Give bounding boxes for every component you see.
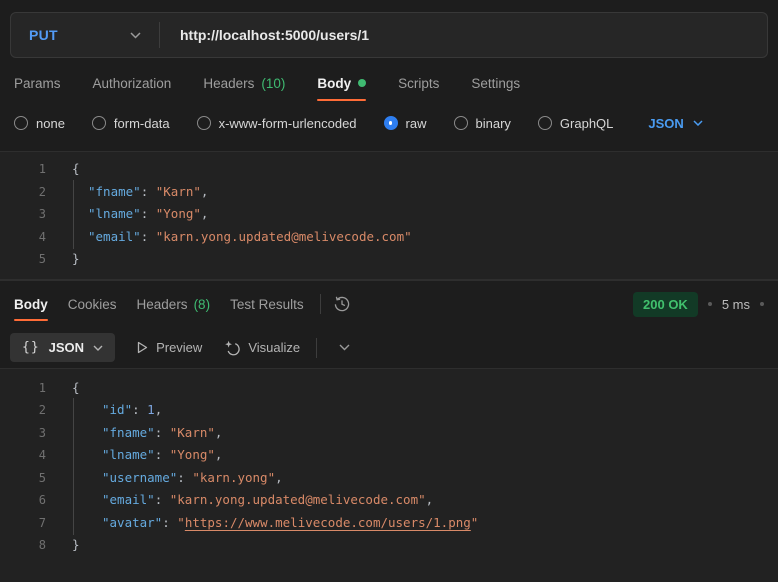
- radio-circle-icon: [14, 116, 28, 130]
- language-dropdown[interactable]: JSON: [648, 116, 703, 131]
- tab-headers[interactable]: Headers (10): [203, 60, 285, 106]
- radio-none[interactable]: none: [14, 116, 65, 131]
- more-view-options-button[interactable]: [339, 344, 350, 351]
- code-line: 6 "email": "karn.yong.updated@melivecode…: [0, 488, 778, 512]
- preview-button[interactable]: Preview: [137, 340, 202, 355]
- history-clock-icon: [334, 296, 349, 312]
- method-label: PUT: [29, 27, 58, 43]
- response-time[interactable]: 5 ms: [722, 297, 750, 312]
- postman-window: PUT http://localhost:5000/users/1 Params…: [0, 0, 778, 582]
- code-line: 4 "email": "karn.yong.updated@melivecode…: [0, 224, 778, 249]
- code-line: 5 "username": "karn.yong",: [0, 465, 778, 490]
- radio-circle-icon: [537, 116, 552, 130]
- response-header: Body Cookies Headers (8) Test Results 20…: [0, 279, 778, 328]
- chevron-down-icon: [693, 120, 703, 126]
- response-body-viewer: 1 { 2 "id": 1, 3 "fname": "Karn", 4 "lna…: [0, 367, 778, 582]
- response-tab-test-results[interactable]: Test Results: [230, 281, 304, 328]
- body-modified-dot-icon: [358, 79, 367, 87]
- body-type-selector: none form-data x-www-form-urlencoded raw…: [0, 106, 778, 140]
- code-line: 2 "fname": "Karn",: [0, 179, 778, 204]
- code-line: 5 }: [38, 251, 80, 266]
- chevron-down-icon: [130, 31, 141, 39]
- dot-separator-icon: [760, 302, 764, 306]
- response-tab-cookies[interactable]: Cookies: [68, 281, 117, 328]
- tab-settings[interactable]: Settings: [471, 60, 520, 106]
- code-line: 8 }: [38, 537, 80, 552]
- radio-circle-icon: [453, 116, 468, 130]
- response-tab-body[interactable]: Body: [14, 281, 48, 328]
- visualize-button[interactable]: Visualize: [224, 340, 300, 356]
- code-line: 1 {: [38, 379, 80, 395]
- code-line: 7 "avatar": "https://www.melivecode.com/…: [0, 510, 778, 535]
- status-badge[interactable]: 200 OK: [633, 291, 698, 317]
- code-line: 3 "lname": "Yong",: [0, 202, 778, 226]
- tab-authorization[interactable]: Authorization: [93, 60, 172, 106]
- json-braces-icon: {}: [22, 340, 40, 355]
- request-tabs: Params Authorization Headers (10) Body S…: [0, 60, 778, 106]
- dot-separator-icon: [707, 302, 712, 306]
- request-body-editor[interactable]: 1 { 2 "fname": "Karn", 3 "lname": "Yong"…: [0, 151, 778, 280]
- response-meta: 200 OK 5 ms: [633, 281, 764, 328]
- response-toolbar: {} JSON Preview Visualize: [0, 328, 778, 368]
- response-format-dropdown[interactable]: {} JSON: [10, 333, 116, 362]
- method-dropdown[interactable]: PUT: [11, 13, 159, 57]
- radio-circle-icon: [196, 116, 211, 130]
- response-headers-count: (8): [193, 296, 211, 312]
- response-header-divider: [319, 294, 321, 314]
- toolbar-divider: [316, 337, 318, 358]
- chevron-down-icon: [339, 344, 350, 351]
- visualize-sparkle-icon: [225, 340, 241, 355]
- history-button[interactable]: [333, 281, 351, 328]
- radio-circle-icon: [91, 116, 106, 130]
- radio-selected-icon: [383, 116, 398, 130]
- radio-x-www-form-urlencoded[interactable]: x-www-form-urlencoded: [196, 116, 357, 131]
- headers-count: (10): [261, 75, 286, 91]
- response-tab-headers[interactable]: Headers (8): [137, 281, 211, 328]
- code-line: 1 {: [38, 161, 80, 176]
- url-input[interactable]: http://localhost:5000/users/1: [160, 27, 369, 43]
- tab-params[interactable]: Params: [14, 60, 61, 106]
- code-line: 2 "id": 1,: [0, 398, 778, 422]
- code-line: 3 "fname": "Karn",: [0, 420, 778, 445]
- radio-graphql[interactable]: GraphQL: [537, 116, 613, 131]
- tab-scripts[interactable]: Scripts: [398, 60, 439, 106]
- radio-raw[interactable]: raw: [383, 116, 427, 131]
- play-icon: [137, 341, 148, 354]
- avatar-url-link[interactable]: https://www.melivecode.com/users/1.png: [185, 515, 471, 530]
- code-line: 4 "lname": "Yong",: [0, 443, 778, 467]
- radio-form-data[interactable]: form-data: [91, 116, 170, 131]
- tab-body[interactable]: Body: [317, 60, 367, 106]
- radio-binary[interactable]: binary: [453, 116, 511, 131]
- chevron-down-icon: [93, 345, 103, 351]
- request-url-bar: PUT http://localhost:5000/users/1: [10, 12, 768, 58]
- response-tabs: Body Cookies Headers (8) Test Results: [14, 281, 304, 328]
